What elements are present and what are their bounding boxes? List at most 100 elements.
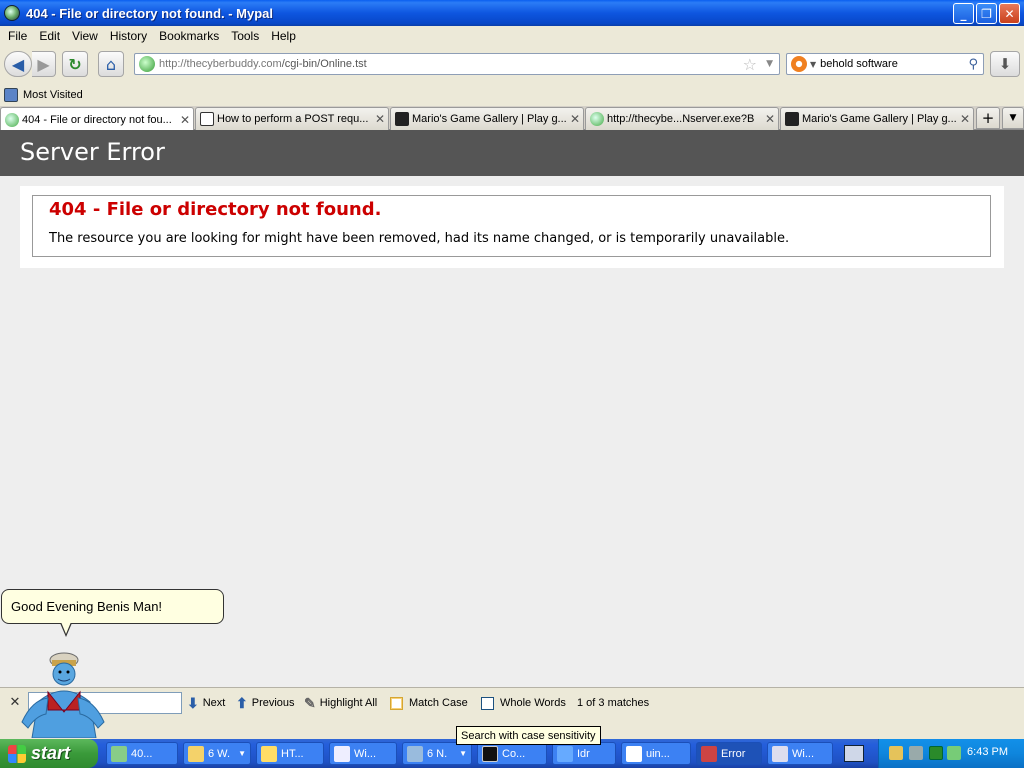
bookmark-star-icon[interactable]: ☆ xyxy=(743,55,757,74)
window-icon xyxy=(334,745,350,762)
task-label: 6 W. xyxy=(208,747,231,760)
task-button-console[interactable]: Co... xyxy=(477,742,547,765)
url-history-dropdown-icon[interactable]: ▼ xyxy=(766,59,773,69)
highlight-all-button[interactable]: ✎ Highlight All xyxy=(304,694,377,712)
close-button[interactable]: ✕ xyxy=(999,3,1020,24)
document-icon xyxy=(626,745,642,762)
url-host: http://thecyberbuddy.com xyxy=(159,58,282,70)
tab-label: http://thecybe...Nserver.exe?B xyxy=(607,113,755,125)
task-button-window-2[interactable]: Wi... xyxy=(767,742,833,765)
task-button-document[interactable]: uin... xyxy=(621,742,691,765)
whole-words-box[interactable] xyxy=(481,696,494,710)
error-box: 404 - File or directory not found. The r… xyxy=(32,195,991,257)
task-label: Idr xyxy=(577,747,590,760)
match-case-checkbox[interactable]: Match Case xyxy=(390,694,468,712)
task-button-window[interactable]: Wi... xyxy=(329,742,397,765)
tab-close-icon[interactable]: ✕ xyxy=(957,112,973,126)
error-app-icon xyxy=(701,745,717,762)
search-bar[interactable]: ▼ behold software ⚲ xyxy=(786,53,984,75)
title-bar[interactable]: 404 - File or directory not found. - Myp… xyxy=(0,0,1024,26)
game-favicon-icon xyxy=(395,112,409,126)
home-button[interactable]: ⌂ xyxy=(98,51,124,77)
error-panel: 404 - File or directory not found. The r… xyxy=(20,186,1004,268)
bookmarks-toolbar: Most Visited xyxy=(0,84,1024,106)
reload-button[interactable]: ↻ xyxy=(62,51,88,77)
match-case-box[interactable] xyxy=(390,696,403,710)
home-icon: ⌂ xyxy=(105,54,117,74)
tab-strip: 404 - File or directory not fou... ✕ How… xyxy=(0,106,1024,131)
agent-speech-bubble[interactable]: Good Evening Benis Man! xyxy=(1,589,224,624)
tab-404-error[interactable]: 404 - File or directory not fou... ✕ xyxy=(0,107,194,131)
menu-file[interactable]: File xyxy=(2,29,33,43)
bookmark-most-visited[interactable]: Most Visited xyxy=(23,89,83,101)
new-tab-button[interactable]: + xyxy=(976,107,1000,129)
tab-label: Mario's Game Gallery | Play g... xyxy=(802,113,957,125)
task-group-explorer[interactable]: 6 W. ▼ xyxy=(183,742,251,765)
status-icon[interactable] xyxy=(929,746,943,760)
back-button[interactable]: ◀ xyxy=(4,51,32,77)
task-button-idr[interactable]: Idr xyxy=(552,742,616,765)
search-input-value[interactable]: behold software xyxy=(820,58,898,70)
task-button-help[interactable]: HT... xyxy=(256,742,324,765)
genie-favicon-icon xyxy=(590,112,604,126)
agent-speech-text: Good Evening Benis Man! xyxy=(11,599,163,614)
minimize-button[interactable]: _ xyxy=(953,3,974,24)
highlighter-icon: ✎ xyxy=(304,694,316,711)
windows-flag-icon xyxy=(8,744,26,763)
menu-help[interactable]: Help xyxy=(265,29,302,43)
tab-close-icon[interactable]: ✕ xyxy=(762,112,778,126)
task-button-error[interactable]: Error xyxy=(696,742,762,765)
tab-post-request[interactable]: How to perform a POST requ... ✕ xyxy=(195,107,389,130)
find-next-button[interactable]: ⬇ Next xyxy=(187,694,225,712)
task-group-notepad[interactable]: 6 N. ▼ xyxy=(402,742,472,765)
window-controls: _ ❐ ✕ xyxy=(953,3,1020,24)
find-previous-label: Previous xyxy=(251,697,295,709)
network-icon[interactable] xyxy=(909,746,923,760)
mypal-app-icon[interactable] xyxy=(4,5,20,21)
tab-list-dropdown-icon[interactable]: ▼ xyxy=(1002,107,1024,129)
menu-bookmarks[interactable]: Bookmarks xyxy=(153,29,225,43)
engine-dropdown-icon[interactable]: ▼ xyxy=(810,60,816,69)
url-bar[interactable]: http://thecyberbuddy.com/cgi-bin/Online.… xyxy=(134,53,780,75)
console-icon xyxy=(482,745,498,762)
downloads-button[interactable]: ⬇ xyxy=(990,51,1020,77)
navigation-toolbar: ◀ ▶ ↻ ⌂ http://thecyberbuddy.com/cgi-bin… xyxy=(0,46,1024,82)
tab-close-icon[interactable]: ✕ xyxy=(177,113,193,127)
task-label: Wi... xyxy=(354,747,376,760)
keyboard-icon[interactable] xyxy=(844,745,864,762)
error-message: The resource you are looking for might h… xyxy=(49,231,790,246)
start-button[interactable]: start xyxy=(0,739,98,768)
server-error-header: Server Error xyxy=(0,130,1024,176)
genie-favicon-icon xyxy=(5,112,19,127)
tab-nserver[interactable]: http://thecybe...Nserver.exe?B ✕ xyxy=(585,107,779,130)
task-label: uin... xyxy=(646,747,670,760)
clock[interactable]: 6:43 PM xyxy=(967,746,1008,758)
search-engine-icon[interactable] xyxy=(791,56,807,72)
computer-icon xyxy=(772,745,788,762)
idr-icon xyxy=(557,745,573,762)
forward-button[interactable]: ▶ xyxy=(32,51,56,77)
find-status: 1 of 3 matches xyxy=(577,697,650,709)
menu-tools[interactable]: Tools xyxy=(225,29,265,43)
volume-icon[interactable] xyxy=(947,746,961,760)
notepad-icon xyxy=(407,745,423,762)
task-label: 40... xyxy=(131,747,153,760)
site-identity-icon[interactable] xyxy=(139,56,155,72)
genie-lamp-icon[interactable] xyxy=(889,746,903,760)
back-icon: ◀ xyxy=(11,54,25,74)
task-button-browser[interactable]: 40... xyxy=(106,742,178,765)
menu-history[interactable]: History xyxy=(104,29,153,43)
page-title: Server Error xyxy=(20,138,165,166)
find-previous-button[interactable]: ⬆ Previous xyxy=(236,694,295,712)
menu-edit[interactable]: Edit xyxy=(33,29,66,43)
genie-agent-icon[interactable] xyxy=(18,652,108,738)
whole-words-checkbox[interactable]: Whole Words xyxy=(481,694,566,712)
menu-view[interactable]: View xyxy=(66,29,104,43)
search-icon[interactable]: ⚲ xyxy=(968,57,978,72)
tab-marios-game-gallery[interactable]: Mario's Game Gallery | Play g... ✕ xyxy=(390,107,584,130)
tab-close-icon[interactable]: ✕ xyxy=(567,112,583,126)
tab-marios-game-gallery-2[interactable]: Mario's Game Gallery | Play g... ✕ xyxy=(780,107,974,130)
task-label: 6 N. xyxy=(427,747,448,760)
maximize-button[interactable]: ❐ xyxy=(976,3,997,24)
tab-close-icon[interactable]: ✕ xyxy=(372,112,388,126)
